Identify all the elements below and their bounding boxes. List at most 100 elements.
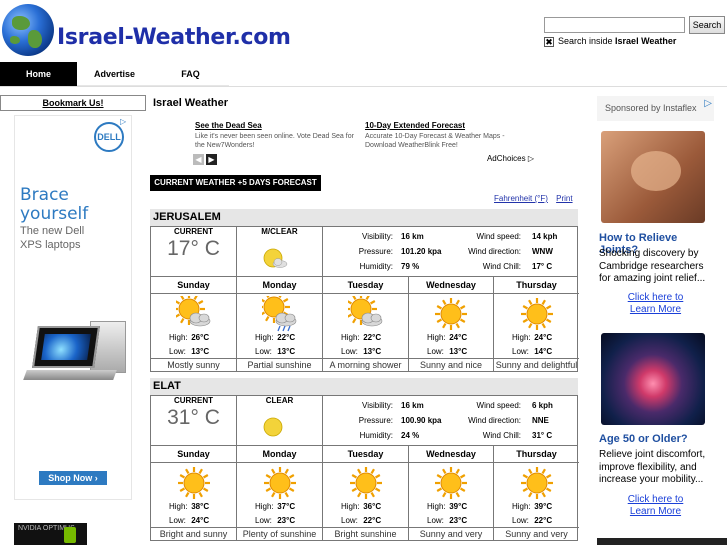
current-temp-cell: CURRENT 31° C	[151, 396, 237, 445]
footer-bar	[597, 538, 727, 545]
ad-next-icon[interactable]: ▶	[206, 154, 217, 165]
metric-wind_speed: 6 kph	[532, 401, 553, 410]
condition-label: M/CLEAR	[261, 227, 298, 236]
condition-cell: CLEAR	[237, 396, 323, 445]
search-inside-checkbox[interactable]: ✖	[544, 37, 554, 47]
metrics-row: Pressure: 101.20 kpa Wind direction: WNW	[323, 247, 579, 259]
metric-label: Pressure:	[358, 416, 393, 425]
laptop-base-image	[23, 370, 117, 380]
nav-home[interactable]: Home	[0, 62, 77, 86]
metric-label: Wind direction:	[468, 416, 521, 425]
nav-advertise[interactable]: Advertise	[77, 62, 152, 86]
ad-extended-forecast[interactable]: 10-Day Extended Forecast Accurate 10-Day…	[365, 121, 530, 150]
search-inside-label: Search inside Israel Weather	[558, 36, 677, 46]
search-input[interactable]	[544, 17, 685, 33]
day-description: Bright sunshine	[323, 527, 408, 541]
metric-label: Pressure:	[358, 247, 393, 256]
adchoices-link[interactable]: AdChoices ▷	[487, 154, 534, 163]
low-temp: Low: 22°C	[341, 516, 382, 525]
day-column: Wednesday High: 24°C Low: 13°C Sunny and…	[409, 277, 494, 371]
forecast-banner: CURRENT WEATHER +5 DAYS FORECAST	[150, 175, 321, 191]
nav-divider	[0, 86, 727, 87]
day-name: Thursday	[494, 277, 579, 294]
search-button[interactable]: Search	[689, 16, 725, 34]
nvidia-logo-icon	[64, 527, 76, 543]
sun-icon	[348, 465, 384, 501]
current-temp-cell: CURRENT 17° C	[151, 227, 237, 276]
metric-label: Visibility:	[362, 232, 393, 241]
globe-logo-icon[interactable]	[2, 4, 54, 56]
metrics-row: Humidity: 24 % Wind Chill: 31° C	[323, 431, 579, 443]
nav-faq[interactable]: FAQ	[152, 62, 229, 86]
day-name: Wednesday	[409, 277, 493, 294]
day-column: Monday High: 22°C Low: 13°C Partial suns…	[237, 277, 323, 371]
metric-label: Wind Chill:	[482, 262, 521, 271]
metric-humidity: 24 %	[401, 431, 420, 440]
metric-pressure: 100.90 kpa	[401, 416, 442, 425]
sun-cloud-icon	[344, 293, 384, 332]
sun-rain-cloud-icon	[257, 291, 298, 332]
print-link[interactable]: Print	[556, 194, 572, 203]
day-name: Sunday	[151, 446, 236, 463]
day-description: Plenty of sunshine	[237, 527, 322, 541]
laptop-screen-image	[32, 326, 100, 368]
metrics-row: Visibility: 16 km Wind speed: 6 kph	[323, 401, 579, 413]
adchoices-icon[interactable]: ▷	[120, 117, 126, 126]
low-temp: Low: 23°C	[255, 516, 296, 525]
high-temp: High: 26°C	[169, 333, 210, 342]
ad-age-title[interactable]: Age 50 or Older?	[599, 433, 688, 445]
main-nav: Home Advertise FAQ	[0, 62, 229, 86]
day-column: Thursday High: 24°C Low: 14°C Sunny and …	[494, 277, 579, 371]
dell-ad-banner[interactable]: ▷ DELL Brace yourself The new Dell XPS l…	[14, 115, 132, 500]
day-name: Sunday	[151, 277, 236, 294]
low-temp: Low: 24°C	[169, 516, 210, 525]
day-description: Sunny and very	[409, 527, 493, 541]
day-column: Tuesday High: 36°C Low: 22°C Bright suns…	[323, 446, 409, 540]
metric-wind_chill: 31° C	[532, 431, 553, 440]
dell-subtext: The new Dell XPS laptops	[20, 225, 85, 251]
sun-cloud-icon	[172, 293, 212, 332]
low-temp: Low: 13°C	[169, 347, 210, 356]
site-title[interactable]: Israel-Weather.com	[57, 25, 291, 50]
metric-label: Wind speed:	[476, 232, 521, 241]
city-title: JERUSALEM	[150, 209, 578, 226]
sun-icon	[519, 296, 555, 332]
instaflex-ad[interactable]: Sponsored by Instaflex ▷ How to Relieve …	[597, 96, 714, 545]
day-column: Sunday High: 26°C Low: 13°C Mostly sunny	[151, 277, 237, 371]
condition-cell: M/CLEAR	[237, 227, 323, 276]
knee-xray-photo[interactable]	[601, 333, 705, 425]
shop-now-button[interactable]: Shop Now ›	[39, 471, 107, 485]
current-label: CURRENT	[173, 396, 214, 405]
day-column: Sunday High: 38°C Low: 24°C Bright and s…	[151, 446, 237, 540]
city-title: ELAT	[150, 378, 578, 395]
day-description: Sunny and very	[494, 527, 579, 541]
fahrenheit-link[interactable]: Fahrenheit (°F)	[494, 194, 548, 203]
day-column: Thursday High: 39°C Low: 22°C Sunny and …	[494, 446, 579, 540]
high-temp: High: 37°C	[255, 502, 296, 511]
low-temp: Low: 13°C	[427, 347, 468, 356]
metric-label: Wind direction:	[468, 247, 521, 256]
sun-icon	[433, 465, 469, 501]
metric-visibility: 16 km	[401, 232, 424, 241]
knee-photo[interactable]	[601, 131, 705, 223]
ad-joints-link[interactable]: Click here to Learn More	[597, 292, 714, 316]
metrics-row: Visibility: 16 km Wind speed: 14 kph	[323, 232, 579, 244]
moon-icon	[262, 414, 288, 440]
metrics-panel: Visibility: 16 km Wind speed: 14 kph Pre…	[323, 227, 579, 277]
current-temp: 17° C	[167, 237, 220, 260]
sun-icon	[176, 465, 212, 501]
bookmark-button[interactable]: Bookmark Us!	[0, 95, 146, 111]
ad-dead-sea[interactable]: See the Dead Sea Like it's never been se…	[195, 121, 360, 150]
ad-prev-icon[interactable]: ◀	[193, 154, 204, 165]
high-temp: High: 22°C	[341, 333, 382, 342]
adchoices-icon[interactable]: ▷	[704, 96, 712, 112]
day-description: Partial sunshine	[237, 358, 322, 372]
day-name: Tuesday	[323, 277, 408, 294]
day-name: Monday	[237, 446, 322, 463]
metric-wind_speed: 14 kph	[532, 232, 558, 241]
metric-wind_direction: NNE	[532, 416, 549, 425]
ad-age-link[interactable]: Click here to Learn More	[597, 494, 714, 518]
metric-pressure: 101.20 kpa	[401, 247, 442, 256]
day-column: Wednesday High: 39°C Low: 23°C Sunny and…	[409, 446, 494, 540]
page: Israel-Weather.com Search ✖ Search insid…	[0, 0, 727, 545]
